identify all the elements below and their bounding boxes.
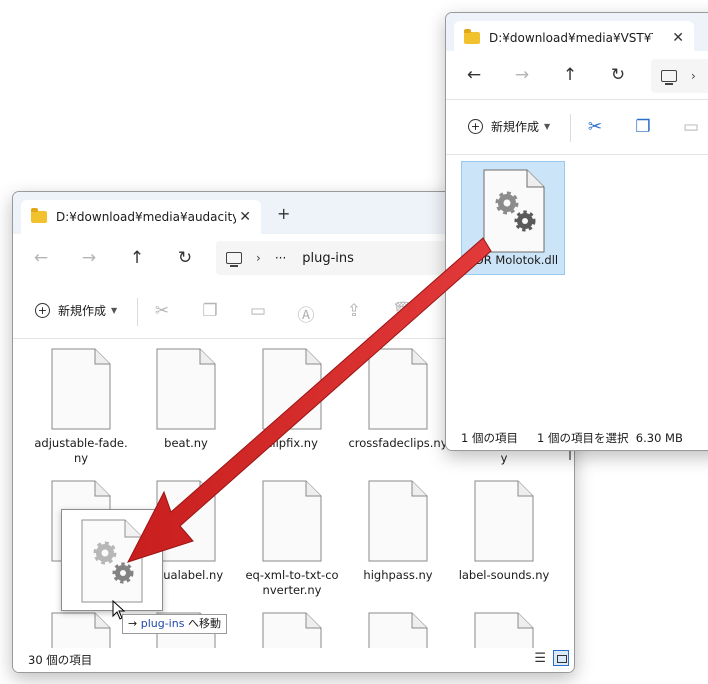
new-button-label: 新規作成 bbox=[491, 120, 540, 134]
divider bbox=[137, 298, 138, 326]
dll-gear-file-icon bbox=[81, 519, 143, 606]
plus-icon: + bbox=[468, 119, 483, 134]
new-button[interactable]: + 新規作成 ▼ bbox=[468, 118, 550, 135]
blank-file-icon bbox=[368, 348, 428, 430]
command-bar: + 新規作成 ▼ ✂ ❐ ▭ bbox=[446, 100, 708, 155]
file-name: crossfadeclips.ny bbox=[348, 436, 448, 450]
paste-icon[interactable]: ▭ bbox=[248, 301, 268, 321]
file-item[interactable]: clipfix.ny bbox=[242, 348, 342, 451]
file-item[interactable]: crossfadeclips.ny bbox=[348, 348, 448, 451]
file-name: adjustable-fade.ny bbox=[34, 436, 128, 465]
computer-icon bbox=[226, 252, 242, 267]
file-item[interactable]: label-sounds.ny bbox=[454, 480, 554, 583]
copy-icon[interactable]: ❐ bbox=[633, 117, 653, 137]
file-name: y bbox=[500, 451, 508, 465]
chevron-down-icon: ▼ bbox=[111, 306, 118, 315]
nav-bar: ← → ↑ ↻ › bbox=[446, 51, 708, 100]
file-item[interactable]: eq-xml-to-txt-converter.ny bbox=[242, 480, 342, 598]
tooltip-destination: plug-ins bbox=[140, 617, 185, 630]
tab-title: D:¥download¥media¥audacity bbox=[56, 210, 236, 224]
up-button[interactable]: ↑ bbox=[127, 248, 147, 268]
large-icons-view-icon[interactable] bbox=[553, 650, 569, 666]
file-item[interactable]: beat.ny bbox=[136, 348, 236, 451]
explorer-window-tdr: D:¥download¥media¥VST¥TDR ✕ ← → ↑ ↻ › + … bbox=[445, 12, 708, 451]
up-button[interactable]: ↑ bbox=[560, 65, 580, 85]
back-button[interactable]: ← bbox=[464, 65, 484, 85]
tooltip-action: へ移動 bbox=[187, 617, 221, 630]
file-name: label-sounds.ny bbox=[458, 568, 550, 582]
chevron-right-icon: › bbox=[691, 69, 696, 83]
address-bar[interactable]: › bbox=[651, 59, 708, 93]
refresh-button[interactable]: ↻ bbox=[608, 65, 628, 85]
status-bar: 1 個の項目 1 個の項目を選択 6.30 MB bbox=[446, 424, 708, 450]
tab-audacity[interactable]: D:¥download¥media¥audacity ✕ bbox=[21, 200, 261, 234]
cut-icon[interactable]: ✂ bbox=[585, 117, 605, 137]
tab-tdr[interactable]: D:¥download¥media¥VST¥TDR ✕ bbox=[454, 21, 694, 55]
blank-file-icon bbox=[262, 480, 322, 562]
file-name: highpass.ny bbox=[363, 568, 433, 582]
paste-icon[interactable]: ▭ bbox=[681, 117, 701, 137]
tab-bar: D:¥download¥media¥VST¥TDR ✕ bbox=[446, 13, 708, 55]
item-count: 30 個の項目 bbox=[28, 653, 93, 667]
delete-icon[interactable]: 🗑 bbox=[392, 301, 414, 321]
back-button[interactable]: ← bbox=[31, 248, 51, 268]
selection-info: 1 個の項目を選択 6.30 MB bbox=[537, 431, 683, 445]
file-item-selected[interactable]: TDR Molotok.dll bbox=[461, 161, 565, 275]
blank-file-icon bbox=[262, 348, 322, 430]
rename-icon[interactable]: Ⓐ bbox=[296, 301, 316, 326]
blank-file-icon bbox=[156, 348, 216, 430]
file-name: TDR Molotok.dll bbox=[467, 253, 559, 267]
breadcrumb-plug-ins[interactable]: plug-ins bbox=[302, 251, 354, 266]
copy-icon[interactable]: ❐ bbox=[200, 301, 220, 321]
close-tab-icon[interactable]: ✕ bbox=[672, 30, 684, 46]
refresh-button[interactable]: ↻ bbox=[175, 248, 195, 268]
file-name: beat.ny bbox=[164, 436, 208, 450]
new-button-label: 新規作成 bbox=[58, 304, 107, 318]
chevron-down-icon: ▼ bbox=[544, 122, 551, 131]
blank-file-icon bbox=[368, 480, 428, 562]
tab-title: D:¥download¥media¥VST¥TDR bbox=[489, 31, 653, 45]
close-tab-icon[interactable]: ✕ bbox=[239, 209, 251, 225]
cut-icon[interactable]: ✂ bbox=[152, 301, 172, 321]
forward-button[interactable]: → bbox=[512, 65, 532, 85]
dll-gear-file-icon bbox=[483, 169, 545, 253]
file-name: clipfix.ny bbox=[266, 436, 318, 450]
blank-file-icon bbox=[51, 348, 111, 430]
breadcrumb-more[interactable]: ··· bbox=[275, 251, 286, 265]
chevron-right-icon: › bbox=[256, 251, 261, 265]
forward-button[interactable]: → bbox=[79, 248, 99, 268]
blank-file-icon bbox=[156, 480, 216, 562]
new-tab-button[interactable]: + bbox=[277, 204, 290, 223]
plus-icon: + bbox=[35, 303, 50, 318]
share-icon[interactable]: ⇪ bbox=[344, 301, 364, 321]
blank-file-icon bbox=[474, 480, 534, 562]
details-view-icon[interactable]: ☰ bbox=[534, 651, 546, 666]
folder-icon bbox=[464, 29, 480, 44]
folder-icon bbox=[31, 208, 47, 223]
status-bar: 30 個の項目 ☰ bbox=[13, 648, 574, 672]
item-count: 1 個の項目 bbox=[461, 431, 518, 445]
drag-ghost bbox=[61, 509, 163, 611]
file-name: eq-xml-to-txt-converter.ny bbox=[245, 568, 339, 597]
move-tooltip: → plug-ins へ移動 bbox=[122, 614, 227, 634]
arrow-icon: → bbox=[128, 617, 138, 630]
file-item[interactable]: highpass.ny bbox=[348, 480, 448, 583]
computer-icon bbox=[661, 70, 677, 85]
file-item[interactable]: adjustable-fade.ny bbox=[31, 348, 131, 466]
new-button[interactable]: + 新規作成 ▼ bbox=[35, 302, 117, 319]
divider bbox=[570, 114, 571, 142]
